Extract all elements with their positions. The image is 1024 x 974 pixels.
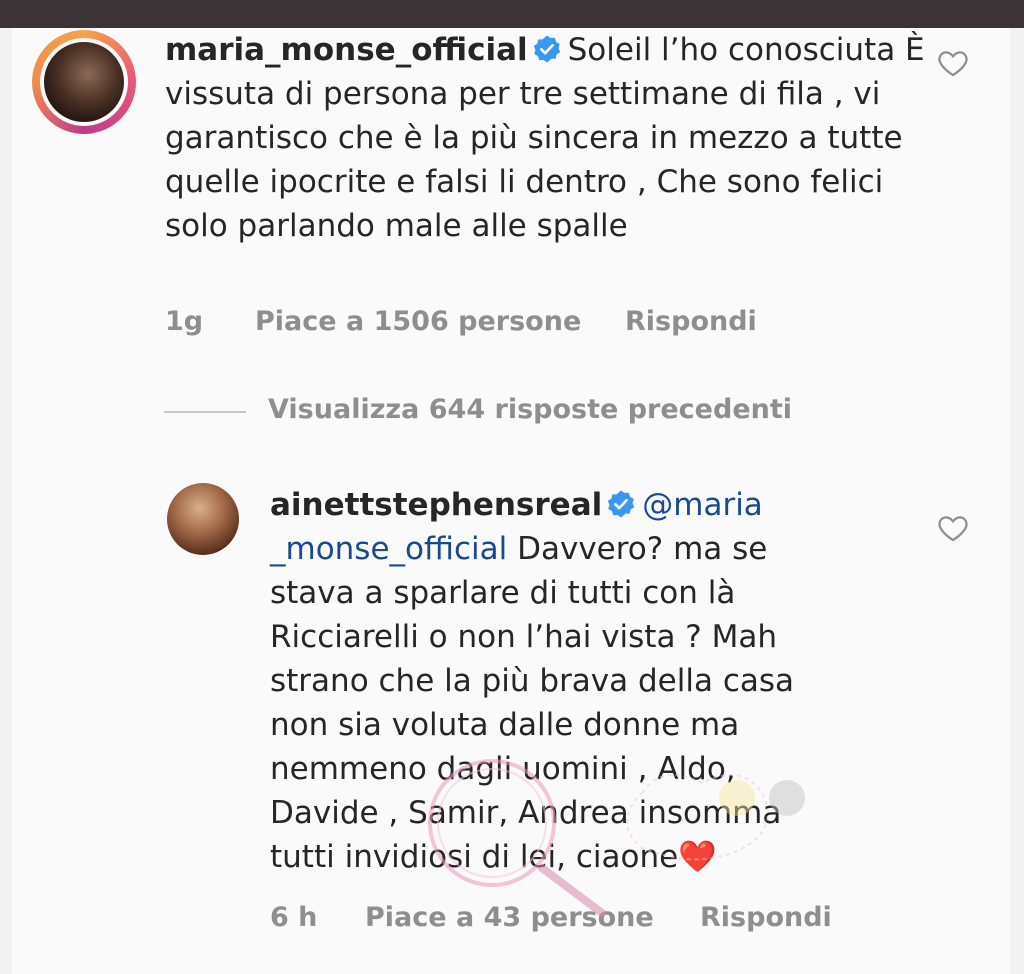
comment-2-time: 6 h <box>270 902 318 933</box>
comment-1-body: maria_monse_official Soleil l’ho conosciu… <box>165 28 925 248</box>
view-replies-link[interactable]: Visualizza 644 risposte precedenti <box>268 394 792 425</box>
verified-badge-icon <box>533 35 560 63</box>
comment-1-username[interactable]: maria_monse_official <box>165 32 528 68</box>
comment-1-likes[interactable]: Piace a 1506 persone <box>255 306 581 337</box>
top-bar <box>0 0 1024 28</box>
avatar-maria-monse[interactable] <box>32 30 136 134</box>
avatar-ainett-stephens[interactable] <box>167 483 239 555</box>
avatar-image <box>40 38 128 126</box>
comment-1-meta: 1g Piace a 1506 persone Rispondi <box>165 306 865 346</box>
verified-badge-icon <box>608 490 635 518</box>
heart-outline-icon[interactable] <box>936 46 970 80</box>
comment-1-time: 1g <box>165 306 204 337</box>
comment-1-reply-button[interactable]: Rispondi <box>625 306 757 337</box>
replies-divider <box>164 411 246 413</box>
view-replies-row[interactable]: Visualizza 644 risposte precedenti <box>164 394 864 434</box>
heart-outline-icon[interactable] <box>936 511 970 545</box>
watermark-logo <box>428 759 805 917</box>
comment-2-username[interactable]: ainettstephensreal <box>270 487 602 523</box>
comments-panel: maria_monse_official Soleil l’ho conosciu… <box>12 28 1010 974</box>
